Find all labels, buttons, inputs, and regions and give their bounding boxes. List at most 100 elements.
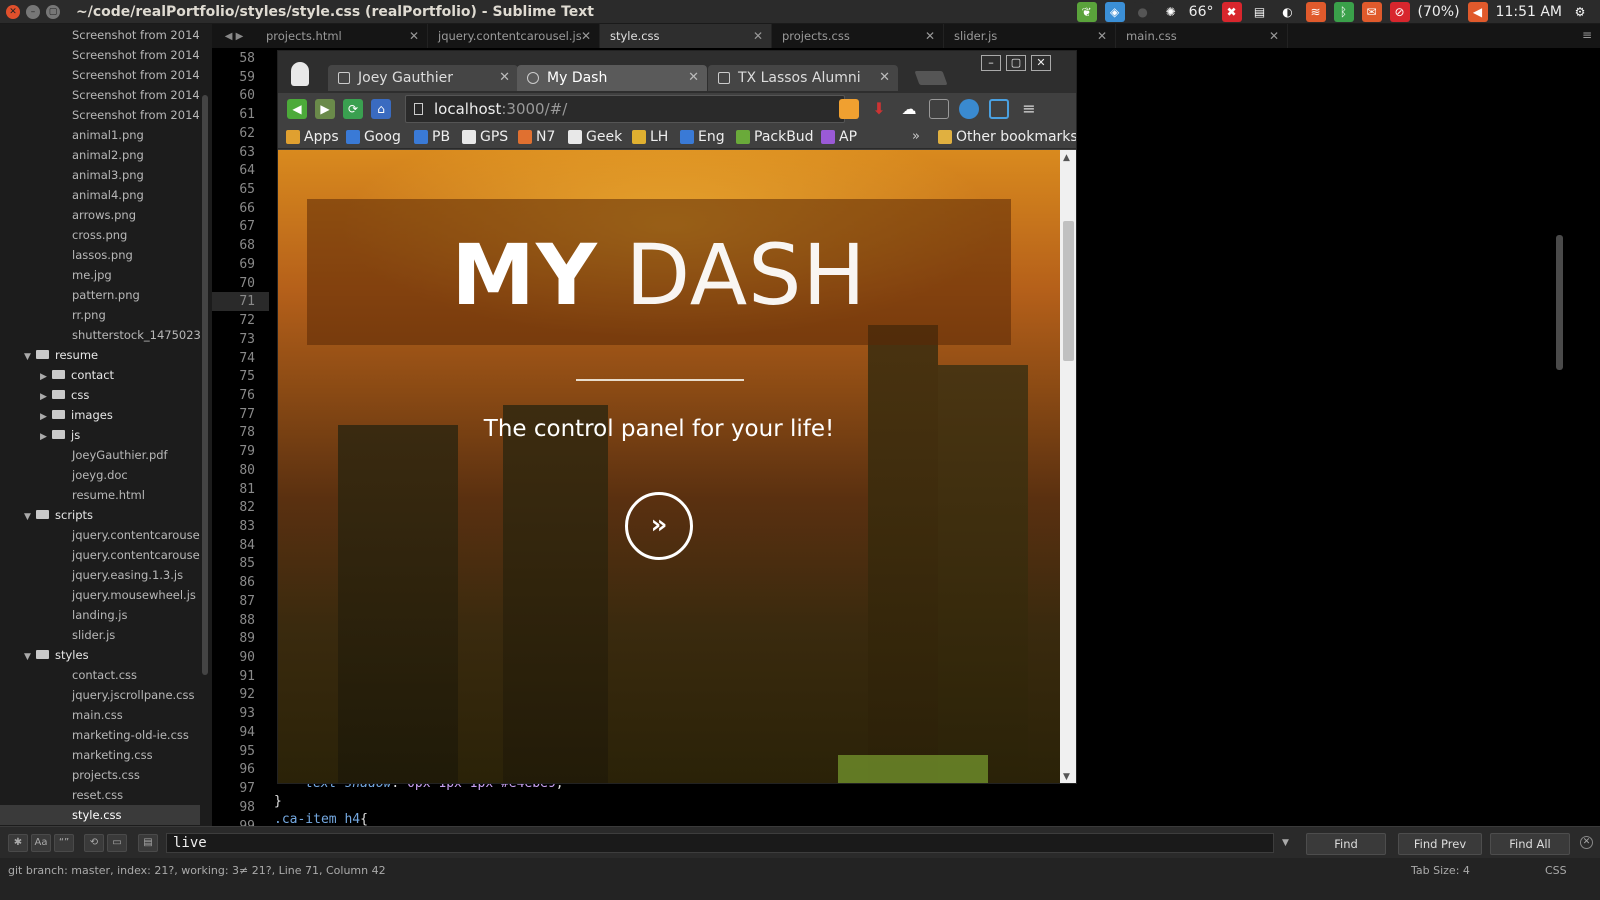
sidebar-folder[interactable]: ▼ scripts xyxy=(0,505,200,525)
in-selection-toggle-icon[interactable]: ▭ xyxy=(107,834,127,852)
tab-list-menu-icon[interactable]: ≡ xyxy=(1582,28,1592,42)
clipboard-icon[interactable]: ▤ xyxy=(1249,2,1270,22)
sidebar-file[interactable]: animal4.png xyxy=(0,185,200,205)
clock[interactable]: 11:51 AM xyxy=(1496,4,1562,20)
sidebar-scrollbar[interactable] xyxy=(202,95,208,675)
sidebar-folder[interactable]: ▶ images xyxy=(0,405,200,425)
sidebar-file[interactable]: pattern.png xyxy=(0,285,200,305)
weather-icon[interactable]: ✺ xyxy=(1160,2,1181,22)
menu-icon[interactable]: ≡ xyxy=(1019,99,1039,119)
find-input[interactable]: live xyxy=(166,833,1274,853)
other-bookmarks-folder[interactable]: Other bookmarks xyxy=(938,127,1076,147)
scroll-down-arrow-icon[interactable]: ▼ xyxy=(1063,772,1070,782)
editor-scrollbar[interactable] xyxy=(1556,235,1563,370)
sidebar-file[interactable]: me.jpg xyxy=(0,265,200,285)
sidebar-file[interactable]: projects.css xyxy=(0,765,200,785)
back-icon[interactable]: ◀ xyxy=(287,99,307,119)
tab-close-icon[interactable]: ✕ xyxy=(1269,24,1279,48)
browser-minimize-button[interactable]: – xyxy=(981,55,1001,71)
new-tab-button[interactable] xyxy=(914,71,948,85)
tab-close-icon[interactable]: ✕ xyxy=(1097,24,1107,48)
scroll-down-chevron-icon[interactable]: » xyxy=(625,492,693,560)
sidebar-folder[interactable]: ▼ styles xyxy=(0,645,200,665)
sidebar-file[interactable]: animal2.png xyxy=(0,145,200,165)
case-toggle-icon[interactable]: Aa xyxy=(31,834,51,852)
bookmark-item[interactable]: LH xyxy=(632,127,668,147)
bookmark-item[interactable]: PackBud xyxy=(736,127,814,147)
sidebar-folder[interactable]: ▶ js xyxy=(0,425,200,445)
status-tab-size[interactable]: Tab Size: 4 xyxy=(1411,864,1470,877)
sidebar-file[interactable]: jquery.contentcarousel xyxy=(0,525,200,545)
disclosure-down-icon[interactable]: ▼ xyxy=(24,347,36,365)
highlight-toggle-icon[interactable]: ▤ xyxy=(138,834,158,852)
sidebar-file[interactable]: Screenshot from 2014 xyxy=(0,105,200,125)
sidebar-file[interactable]: arrows.png xyxy=(0,205,200,225)
wrap-toggle-icon[interactable]: ⟲ xyxy=(84,834,104,852)
disclosure-right-icon[interactable]: ▶ xyxy=(40,427,52,445)
bookmark-item[interactable]: AP xyxy=(821,127,857,147)
bookmark-item[interactable]: Geek xyxy=(568,127,622,147)
sidebar-file[interactable]: style.css xyxy=(0,805,200,825)
editor-tab[interactable]: main.css ✕ xyxy=(1116,24,1288,48)
sidebar-file[interactable]: joeyg.doc xyxy=(0,465,200,485)
status-syntax[interactable]: CSS xyxy=(1545,864,1567,877)
browser-tab-my-dash[interactable]: My Dash ✕ xyxy=(517,65,707,91)
reload-icon[interactable]: ⟳ xyxy=(343,99,363,119)
sidebar-file[interactable]: Screenshot from 2014 xyxy=(0,65,200,85)
address-bar[interactable]: localhost:3000/#/ xyxy=(405,95,845,123)
tab-close-icon[interactable]: ✕ xyxy=(581,24,591,48)
whole-word-toggle-icon[interactable]: “” xyxy=(54,834,74,852)
sidebar-file[interactable]: reset.css xyxy=(0,785,200,805)
find-close-icon[interactable]: ✕ xyxy=(1580,836,1593,849)
sidebar-file[interactable]: jquery.jscrollpane.css xyxy=(0,685,200,705)
sidebar-file[interactable]: Screenshot from 2014 xyxy=(0,45,200,65)
sidebar-file[interactable]: resume.html xyxy=(0,485,200,505)
window-close-button[interactable]: ✕ xyxy=(6,4,20,19)
window-maximize-button[interactable]: ▢ xyxy=(46,4,60,19)
settings-gear-icon[interactable]: ⚙ xyxy=(1570,2,1590,22)
disclosure-right-icon[interactable]: ▶ xyxy=(40,407,52,425)
tab-close-icon[interactable]: ✕ xyxy=(499,65,510,91)
editor-tab[interactable]: jquery.contentcarousel.js ✕ xyxy=(428,24,600,48)
sidebar-file[interactable]: rr.png xyxy=(0,305,200,325)
bookmark-item[interactable]: PB xyxy=(414,127,450,147)
tab-close-icon[interactable]: ✕ xyxy=(879,65,890,91)
disclosure-right-icon[interactable]: ▶ xyxy=(40,367,52,385)
bluetooth-icon[interactable]: ᛒ xyxy=(1333,2,1354,22)
bookmark-item[interactable]: Goog xyxy=(346,127,401,147)
bookmark-item[interactable]: Eng xyxy=(680,127,725,147)
screen-capture-icon[interactable] xyxy=(989,99,1009,119)
sidebar-file[interactable]: jquery.easing.1.3.js xyxy=(0,565,200,585)
sidebar-file[interactable]: lassos.png xyxy=(0,245,200,265)
browser-close-button[interactable]: ✕ xyxy=(1031,55,1051,71)
sidebar-file[interactable]: Screenshot from 2014 xyxy=(0,85,200,105)
sidebar-file[interactable]: Screenshot from 2014 xyxy=(0,25,200,45)
tab-close-icon[interactable]: ✕ xyxy=(688,65,699,91)
sidebar-folder[interactable]: ▼ resume xyxy=(0,345,200,365)
editor-tab[interactable]: slider.js ✕ xyxy=(944,24,1116,48)
editor-tab[interactable]: style.css ✕ xyxy=(600,24,772,48)
sidebar-file[interactable]: animal1.png xyxy=(0,125,200,145)
bookmark-item[interactable]: GPS xyxy=(462,127,508,147)
find-all-button[interactable]: Find All xyxy=(1490,833,1570,855)
browser-tab-joey-gauthier[interactable]: Joey Gauthier ✕ xyxy=(328,65,518,91)
extension-bookmark-icon[interactable] xyxy=(839,99,859,119)
sidebar-file[interactable]: slider.js xyxy=(0,625,200,645)
volume-icon[interactable]: ◀ xyxy=(1467,2,1488,22)
sidebar-folder[interactable]: ▶ contact xyxy=(0,365,200,385)
globe-extension-icon[interactable] xyxy=(959,99,979,119)
browser-maximize-button[interactable]: ▢ xyxy=(1006,55,1026,71)
sidebar-file[interactable]: jquery.contentcarousel xyxy=(0,545,200,565)
bookmark-item[interactable]: N7 xyxy=(518,127,555,147)
sidebar-file[interactable]: JoeyGauthier.pdf xyxy=(0,445,200,465)
sidebar-file[interactable]: animal3.png xyxy=(0,165,200,185)
indicator-icon[interactable]: ◐ xyxy=(1277,2,1298,22)
sidebar-file[interactable]: landing.js xyxy=(0,605,200,625)
sidebar-file[interactable]: shutterstock_14750237 xyxy=(0,325,200,345)
dropbox-icon[interactable]: ◈ xyxy=(1104,2,1125,22)
find-prev-button[interactable]: Find Prev xyxy=(1398,833,1482,855)
evernote-icon[interactable]: ❦ xyxy=(1076,2,1097,22)
mail-icon[interactable]: ✉ xyxy=(1361,2,1382,22)
home-icon[interactable]: ⌂ xyxy=(371,99,391,119)
moon-icon[interactable]: ● xyxy=(1132,2,1153,22)
